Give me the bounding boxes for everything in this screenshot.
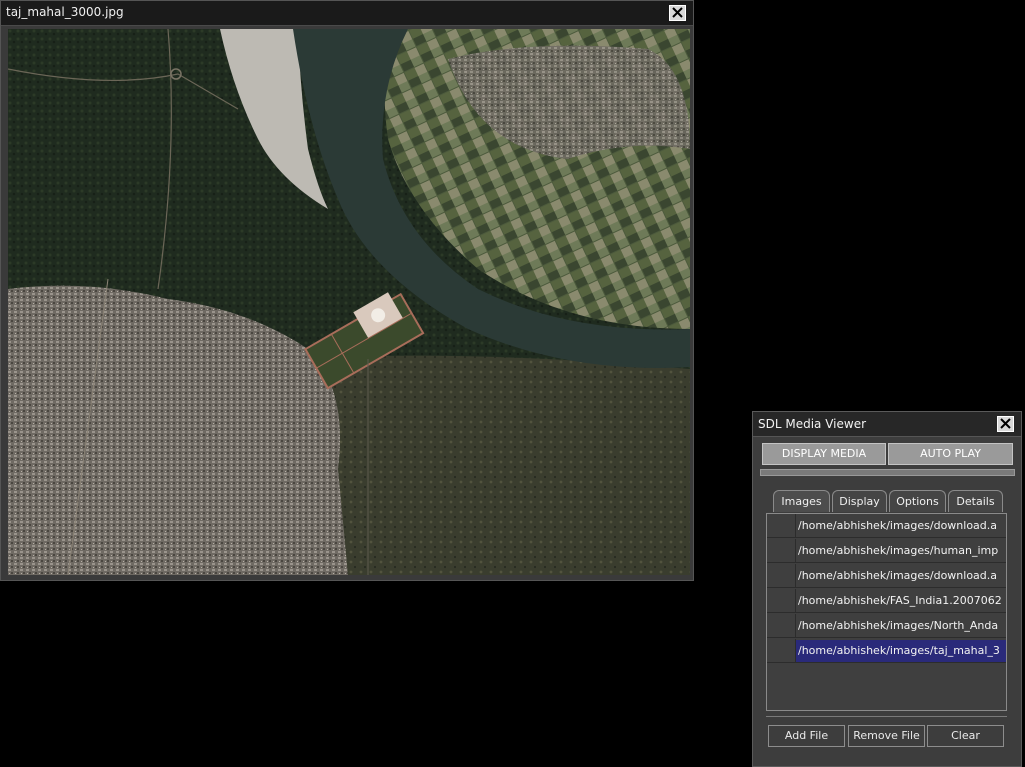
satellite-image (8, 29, 690, 575)
media-viewer-panel: SDL Media Viewer DISPLAY MEDIA AUTO PLAY… (752, 411, 1022, 767)
close-icon (672, 7, 683, 18)
media-viewer-titlebar[interactable]: SDL Media Viewer (753, 412, 1021, 437)
tab-options[interactable]: Options (889, 490, 946, 512)
list-item-gutter (767, 614, 796, 637)
file-list-item[interactable]: /home/abhishek/images/download.a (767, 514, 1006, 538)
display-media-button[interactable]: DISPLAY MEDIA (762, 443, 886, 465)
file-path: /home/abhishek/images/download.a (798, 519, 998, 532)
file-path: /home/abhishek/images/download.a (798, 569, 998, 582)
list-item-gutter (767, 539, 796, 562)
file-path: /home/abhishek/images/taj_mahal_3 (798, 644, 1000, 657)
list-item-gutter (767, 514, 796, 537)
file-list-item[interactable]: /home/abhishek/FAS_India1.2007062 (767, 589, 1006, 613)
list-item-gutter (767, 639, 796, 662)
image-viewer-window: taj_mahal_3000.jpg (0, 0, 694, 581)
media-progress-bar (760, 469, 1015, 476)
image-viewer-close-button[interactable] (669, 5, 686, 21)
remove-file-button[interactable]: Remove File (848, 725, 925, 747)
image-viewer-title: taj_mahal_3000.jpg (6, 5, 124, 19)
file-list-item[interactable]: /home/abhishek/images/download.a (767, 564, 1006, 588)
list-item-gutter (767, 564, 796, 587)
auto-play-button[interactable]: AUTO PLAY (888, 443, 1013, 465)
file-list-item[interactable]: /home/abhishek/images/North_Anda (767, 614, 1006, 638)
add-file-button[interactable]: Add File (768, 725, 845, 747)
file-list-item[interactable]: /home/abhishek/images/human_imp (767, 539, 1006, 563)
file-list-item-selected[interactable]: /home/abhishek/images/taj_mahal_3 (767, 639, 1006, 663)
media-viewer-close-button[interactable] (997, 416, 1014, 432)
file-path: /home/abhishek/images/human_imp (798, 544, 999, 557)
clear-button[interactable]: Clear (927, 725, 1004, 747)
media-viewer-title: SDL Media Viewer (758, 417, 867, 431)
tab-images[interactable]: Images (773, 490, 830, 512)
list-item-gutter (767, 589, 796, 612)
image-viewer-titlebar[interactable]: taj_mahal_3000.jpg (1, 1, 693, 26)
close-icon (1000, 418, 1011, 429)
file-path: /home/abhishek/FAS_India1.2007062 (798, 594, 1002, 607)
file-list[interactable]: /home/abhishek/images/download.a /home/a… (766, 513, 1007, 711)
file-path: /home/abhishek/images/North_Anda (798, 619, 999, 632)
divider (766, 716, 1007, 717)
tab-details[interactable]: Details (948, 490, 1003, 512)
tab-display[interactable]: Display (832, 490, 887, 512)
